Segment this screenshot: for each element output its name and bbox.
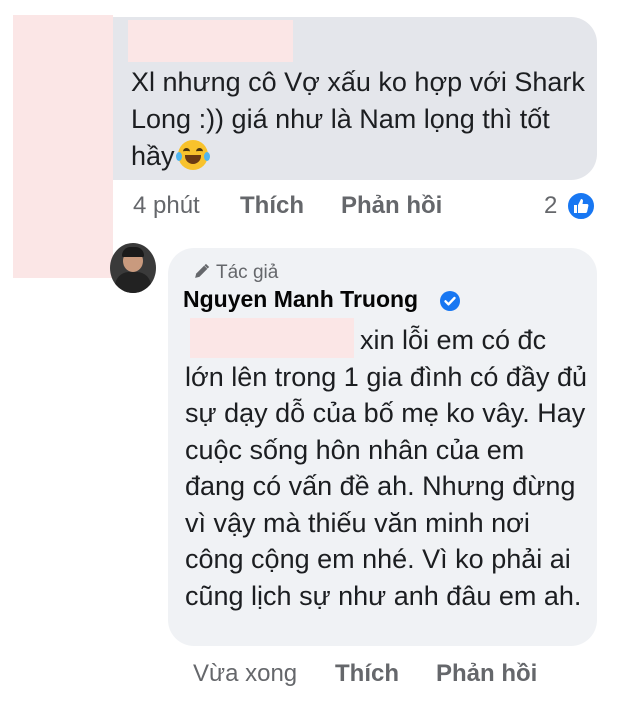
comment-thread: Xl nhưng cô Vợ xấu ko hợp với Shark Long… [0,0,620,705]
reply-reply-button[interactable]: Phản hồi [436,660,537,688]
like-reaction-icon[interactable] [566,191,596,221]
reply-text: xin lỗi em có đc lớn lên trong 1 gia đìn… [185,325,587,611]
redacted-avatar-area [13,15,113,278]
reaction-count[interactable]: 2 [544,192,557,220]
author-name[interactable]: Nguyen Manh Truong [183,286,418,313]
redacted-commenter-name [128,20,293,62]
laughing-tears-emoji-icon [175,140,210,170]
comment-timestamp[interactable]: 4 phút [133,192,200,220]
author-badge: Tác giả [193,262,278,284]
author-badge-label: Tác giả [216,262,279,283]
pencil-icon [195,263,210,278]
reply-button[interactable]: Phản hồi [341,192,442,220]
reply-timestamp[interactable]: Vừa xong [193,660,297,688]
author-avatar[interactable] [110,243,156,293]
comment-text: Xl nhưng cô Vợ xấu ko hợp với Shark Long… [131,64,586,175]
verified-badge-icon [440,291,460,311]
like-button[interactable]: Thích [240,192,304,220]
reply-like-button[interactable]: Thích [335,660,399,688]
